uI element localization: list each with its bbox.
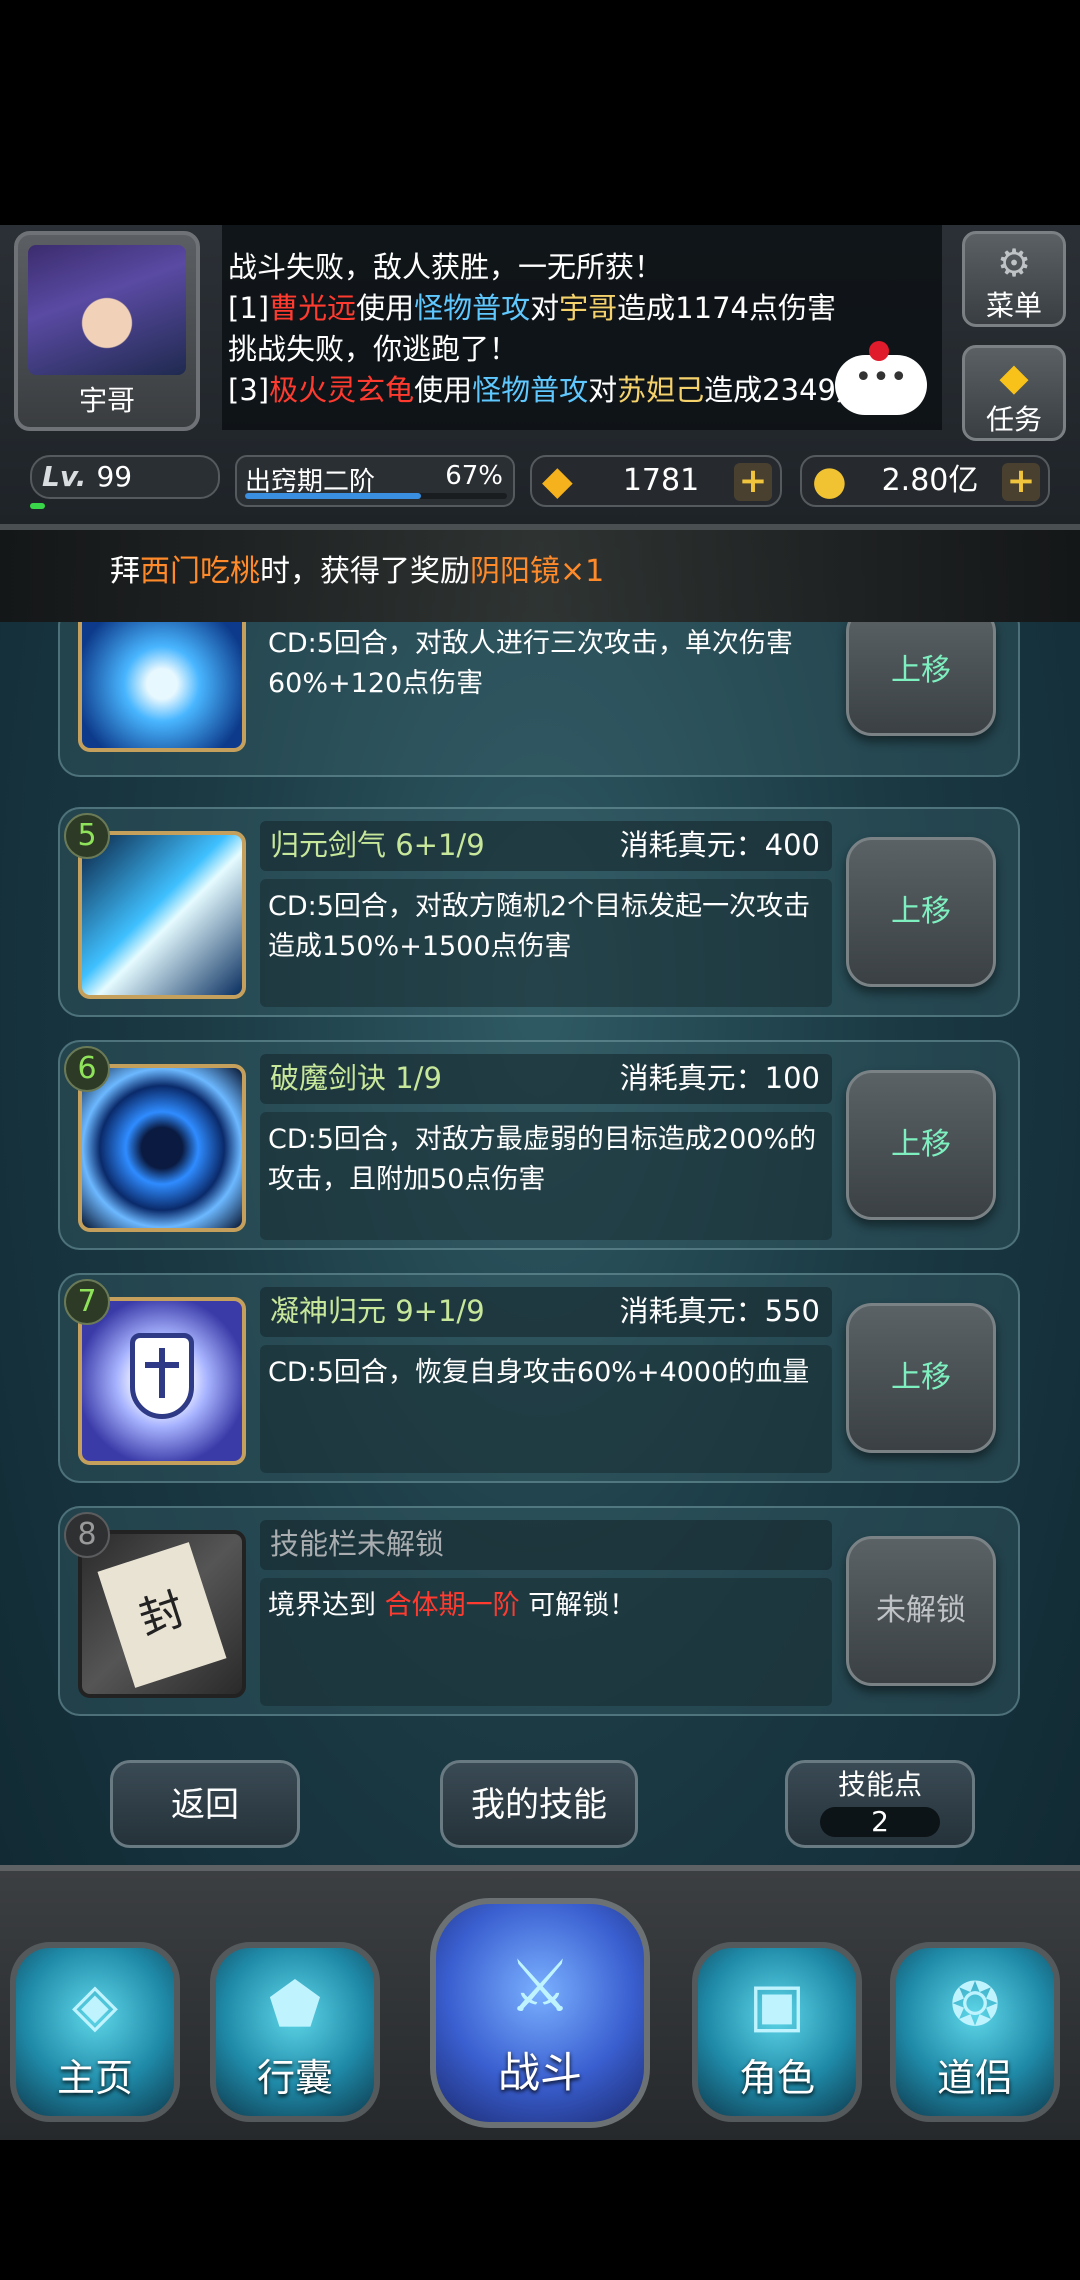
gold-amount: 2.80亿 (881, 463, 979, 498)
tab-dao[interactable]: ❂ 道侣 (890, 1942, 1060, 2122)
skill-title: 技能栏未解锁 (260, 1520, 832, 1570)
move-up-button[interactable]: 上移 (846, 1070, 996, 1220)
skill-description: 境界达到 合体期一阶 可解锁！ (260, 1578, 832, 1706)
notification-dot (869, 341, 889, 361)
log-line: [1]曹光远使用怪物普攻对宇哥造成1174点伤害 (228, 291, 836, 325)
tab-battle[interactable]: ⚔ 战斗 (430, 1898, 650, 2128)
gear-icon: ⚙ (996, 241, 1032, 285)
skill-cost: 消耗真元：550 (619, 1294, 820, 1328)
gold-currency: ● 2.80亿 + (800, 455, 1050, 507)
move-up-button[interactable]: 上移 (846, 1303, 996, 1453)
skill-title: 凝神归元 9+1/9 消耗真元：550 (260, 1287, 832, 1337)
vortex-icon (78, 1064, 246, 1232)
add-gems-button[interactable]: + (734, 463, 772, 501)
bottom-tab-bar: ◈ 主页 ⬟ 行囊 ⚔ 战斗 ▣ 角色 ❂ 道侣 (0, 1865, 1080, 2140)
skill-name: 破魔剑诀 1/9 (270, 1061, 442, 1095)
skill-name: 凝神归元 9+1/9 (270, 1294, 485, 1328)
slot-number: 5 (64, 813, 110, 859)
sword-aura-icon (78, 831, 246, 999)
move-up-button[interactable]: 上移 (846, 622, 996, 736)
menu-button[interactable]: ⚙ 菜单 (962, 231, 1066, 327)
skill-points-value: 2 (820, 1807, 940, 1837)
level-progress-fill (30, 503, 46, 509)
skill-card: CD:5回合，对敌人进行三次攻击，单次伤害60%+120点伤害 上移 (58, 622, 1020, 777)
status-bar: Lv. 99 出窍期二阶 67% ◆ 1781 + ● 2.80亿 + (0, 451, 1080, 521)
home-icon: ◈ (71, 1970, 119, 2040)
slot-number: 7 (64, 1279, 110, 1325)
back-button[interactable]: 返回 (110, 1760, 300, 1848)
skill-card: 7 凝神归元 9+1/9 消耗真元：550 CD:5回合，恢复自身攻击60%+4… (58, 1273, 1020, 1483)
chest-icon: ▣ (748, 1970, 806, 2040)
log-line: 挑战失败，你逃跑了！ (228, 332, 519, 366)
tab-role[interactable]: ▣ 角色 (692, 1942, 862, 2122)
action-row: 返回 我的技能 技能点 2 (0, 1760, 1080, 1860)
skill-description: CD:5回合，对敌人进行三次攻击，单次伤害60%+120点伤害 (268, 628, 793, 699)
player-name: 宇哥 (78, 384, 135, 417)
shield-emblem (130, 1333, 194, 1419)
skill-title: 破魔剑诀 1/9 消耗真元：100 (260, 1054, 832, 1104)
tab-bag[interactable]: ⬟ 行囊 (210, 1942, 380, 2122)
coin-icon: ● (812, 458, 847, 504)
skill-description: CD:5回合，对敌方最虚弱的目标造成200%的攻击，且附加50点伤害 (260, 1112, 832, 1240)
realm-progress-track (245, 493, 507, 499)
realm-progress: 出窍期二阶 67% (235, 455, 515, 507)
skill-points-label: 技能点 (837, 1768, 922, 1801)
realm-progress-fill (245, 493, 421, 499)
bag-icon: ⬟ (268, 1970, 322, 2040)
skill-card: 5 归元剑气 6+1/9 消耗真元：400 CD:5回合，对敌方随机2个目标发起… (58, 807, 1020, 1017)
gem-icon: ◆ (999, 355, 1029, 399)
reward-banner: 拜西门吃桃时，获得了奖励阴阳镜×1 (0, 530, 1080, 622)
locked-button[interactable]: 未解锁 (846, 1536, 996, 1686)
skill-title: 归元剑气 6+1/9 消耗真元：400 (260, 821, 832, 871)
diamond-icon: ◆ (542, 458, 573, 504)
seal-character: 封 (97, 1542, 227, 1688)
gem-currency: ◆ 1781 + (530, 455, 782, 507)
battle-log: 战斗失败，敌人获胜，一无所获！ [1]曹光远使用怪物普攻对宇哥造成1174点伤害… (222, 225, 942, 430)
slot-number: 8 (64, 1512, 110, 1558)
avatar-portrait (28, 245, 186, 375)
menu-label: 菜单 (985, 289, 1042, 322)
game-screen: 宇哥 战斗失败，敌人获胜，一无所获！ [1]曹光远使用怪物普攻对宇哥造成1174… (0, 225, 1080, 2140)
skill-points-display: 技能点 2 (785, 1760, 975, 1848)
skill-name: 归元剑气 6+1/9 (270, 828, 485, 862)
log-line: 战斗失败，敌人获胜，一无所获！ (228, 250, 664, 284)
level-display: Lv. 99 (30, 455, 220, 499)
player-avatar[interactable]: 宇哥 (14, 231, 200, 431)
shield-icon (78, 1297, 246, 1465)
skill-card-locked: 封 8 技能栏未解锁 境界达到 合体期一阶 可解锁！ 未解锁 (58, 1506, 1020, 1716)
skill-description: CD:5回合，恢复自身攻击60%+4000的血量 (260, 1345, 832, 1473)
task-label: 任务 (985, 403, 1042, 436)
log-line-cut (228, 225, 942, 247)
skill-cost: 消耗真元：100 (619, 1061, 820, 1095)
skill-description: CD:5回合，对敌方随机2个目标发起一次攻击造成150%+1500点伤害 (260, 879, 832, 1007)
skill-card: 6 破魔剑诀 1/9 消耗真元：100 CD:5回合，对敌方最虚弱的目标造成20… (58, 1040, 1020, 1250)
sealed-scroll-icon: 封 (78, 1530, 246, 1698)
chat-bubble-button[interactable]: ••• (835, 341, 927, 415)
slot-number: 6 (64, 1046, 110, 1092)
skill-cost: 消耗真元：400 (619, 828, 820, 862)
skill-list[interactable]: CD:5回合，对敌人进行三次攻击，单次伤害60%+120点伤害 上移 5 归元剑… (0, 622, 1080, 1937)
player-header: 宇哥 战斗失败，敌人获胜，一无所获！ [1]曹光远使用怪物普攻对宇哥造成1174… (0, 225, 1080, 530)
sword-icon: ⚔ (507, 1944, 573, 2028)
add-gold-button[interactable]: + (1002, 463, 1040, 501)
gem-amount: 1781 (622, 463, 700, 498)
move-up-button[interactable]: 上移 (846, 837, 996, 987)
task-button[interactable]: ◆ 任务 (962, 345, 1066, 441)
dragon-icon: ❂ (949, 1970, 1001, 2040)
unlock-realm: 合体期一阶 (384, 1590, 520, 1621)
realm-percent: 67% (445, 461, 503, 491)
skill-name: 技能栏未解锁 (270, 1527, 445, 1561)
tab-home[interactable]: ◈ 主页 (10, 1942, 180, 2122)
lightning-burst-icon (78, 622, 246, 752)
my-skills-button[interactable]: 我的技能 (440, 1760, 638, 1848)
